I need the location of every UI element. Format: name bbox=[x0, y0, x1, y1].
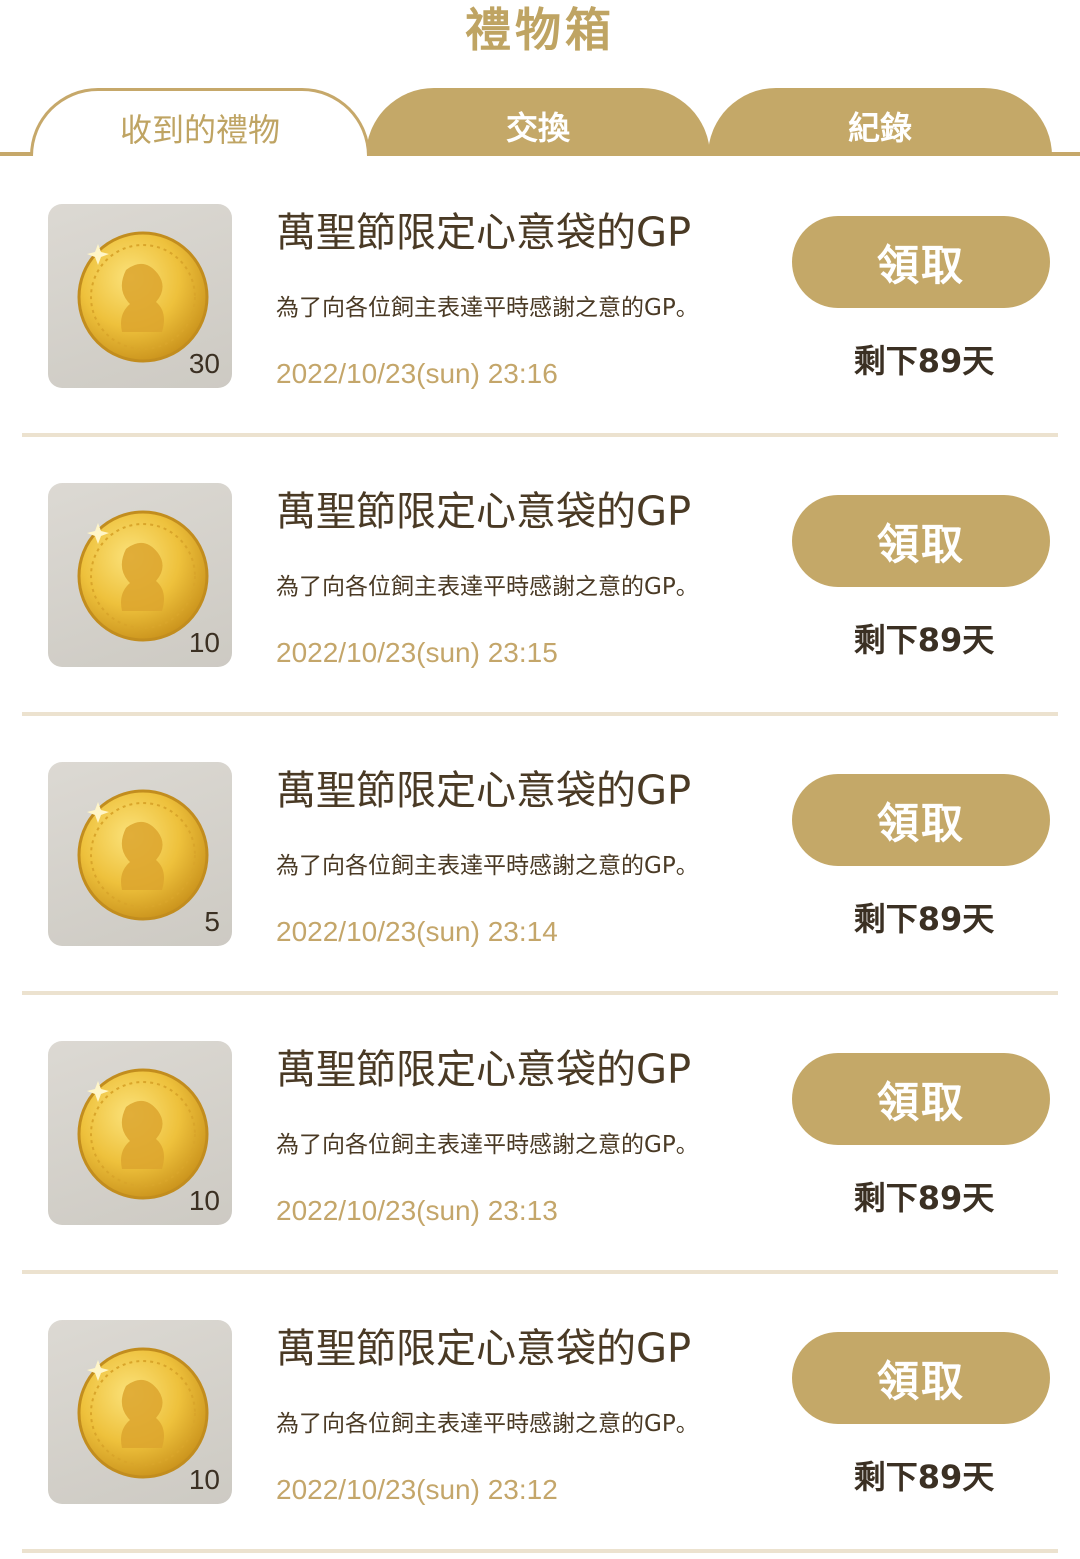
gift-name: 萬聖節限定心意袋的GP bbox=[276, 768, 692, 814]
gift-box-screen: 禮物箱 收到的禮物 交換 紀錄 30 萬聖節限定心意袋的GP 為了向各位飼主表達… bbox=[0, 0, 1080, 1559]
remaining-days: 剩下89天 bbox=[853, 621, 995, 659]
page-title: 禮物箱 bbox=[465, 3, 615, 57]
gift-quantity: 10 bbox=[188, 1185, 220, 1216]
gift-name: 萬聖節限定心意袋的GP bbox=[276, 210, 692, 256]
claim-button[interactable]: 領取 bbox=[792, 216, 1050, 308]
gift-date: 2022/10/23(sun) 23:15 bbox=[276, 637, 558, 668]
gold-coin-icon bbox=[77, 510, 209, 642]
claim-button[interactable]: 領取 bbox=[792, 774, 1050, 866]
tab-label: 紀錄 bbox=[847, 109, 912, 147]
gift-row: 5 萬聖節限定心意袋的GP 為了向各位飼主表達平時感謝之意的GP。 2022/1… bbox=[0, 716, 1080, 995]
gift-name: 萬聖節限定心意袋的GP bbox=[276, 489, 692, 535]
tab-label: 交換 bbox=[505, 109, 570, 147]
gift-quantity: 30 bbox=[188, 348, 220, 379]
tab-bar: 收到的禮物 交換 紀錄 bbox=[0, 88, 1080, 158]
gift-row: 10 萬聖節限定心意袋的GP 為了向各位飼主表達平時感謝之意的GP。 2022/… bbox=[0, 995, 1080, 1274]
claim-button[interactable]: 領取 bbox=[792, 495, 1050, 587]
gold-coin-icon bbox=[77, 1068, 209, 1200]
gift-description: 為了向各位飼主表達平時感謝之意的GP。 bbox=[276, 1132, 699, 1158]
gift-description: 為了向各位飼主表達平時感謝之意的GP。 bbox=[276, 1411, 699, 1437]
gift-quantity: 10 bbox=[188, 627, 220, 658]
gift-thumbnail: 30 bbox=[48, 204, 232, 388]
tab-exchange[interactable]: 交換 bbox=[366, 88, 710, 156]
remaining-days: 剩下89天 bbox=[853, 1179, 995, 1217]
gift-thumbnail: 5 bbox=[48, 762, 232, 946]
gift-date: 2022/10/23(sun) 23:13 bbox=[276, 1195, 558, 1226]
gift-date: 2022/10/23(sun) 23:14 bbox=[276, 916, 558, 947]
gift-thumbnail: 10 bbox=[48, 1320, 232, 1504]
tab-label: 收到的禮物 bbox=[119, 110, 280, 149]
gift-row: 10 萬聖節限定心意袋的GP 為了向各位飼主表達平時感謝之意的GP。 2022/… bbox=[0, 437, 1080, 716]
gold-coin-icon bbox=[77, 1347, 209, 1479]
row-divider bbox=[22, 1549, 1058, 1553]
gift-name: 萬聖節限定心意袋的GP bbox=[276, 1326, 692, 1372]
claim-button[interactable]: 領取 bbox=[792, 1053, 1050, 1145]
gift-quantity: 10 bbox=[188, 1464, 220, 1495]
remaining-days: 剩下89天 bbox=[853, 1458, 995, 1496]
tab-history[interactable]: 紀錄 bbox=[708, 88, 1052, 156]
gift-row: 10 萬聖節限定心意袋的GP 為了向各位飼主表達平時感謝之意的GP。 2022/… bbox=[0, 1274, 1080, 1553]
gold-coin-icon bbox=[77, 789, 209, 921]
tab-received-gifts[interactable]: 收到的禮物 bbox=[30, 88, 370, 156]
gold-coin-icon bbox=[77, 231, 209, 363]
gift-thumbnail: 10 bbox=[48, 1041, 232, 1225]
gift-name: 萬聖節限定心意袋的GP bbox=[276, 1047, 692, 1093]
gift-date: 2022/10/23(sun) 23:16 bbox=[276, 358, 558, 389]
gift-list: 30 萬聖節限定心意袋的GP 為了向各位飼主表達平時感謝之意的GP。 2022/… bbox=[0, 158, 1080, 1553]
gift-description: 為了向各位飼主表達平時感謝之意的GP。 bbox=[276, 574, 699, 600]
gift-thumbnail: 10 bbox=[48, 483, 232, 667]
remaining-days: 剩下89天 bbox=[853, 342, 995, 380]
remaining-days: 剩下89天 bbox=[853, 900, 995, 938]
gift-description: 為了向各位飼主表達平時感謝之意的GP。 bbox=[276, 295, 699, 321]
gift-quantity: 5 bbox=[204, 906, 220, 937]
gift-row: 30 萬聖節限定心意袋的GP 為了向各位飼主表達平時感謝之意的GP。 2022/… bbox=[0, 158, 1080, 437]
claim-button[interactable]: 領取 bbox=[792, 1332, 1050, 1424]
gift-date: 2022/10/23(sun) 23:12 bbox=[276, 1474, 558, 1505]
gift-description: 為了向各位飼主表達平時感謝之意的GP。 bbox=[276, 853, 699, 879]
